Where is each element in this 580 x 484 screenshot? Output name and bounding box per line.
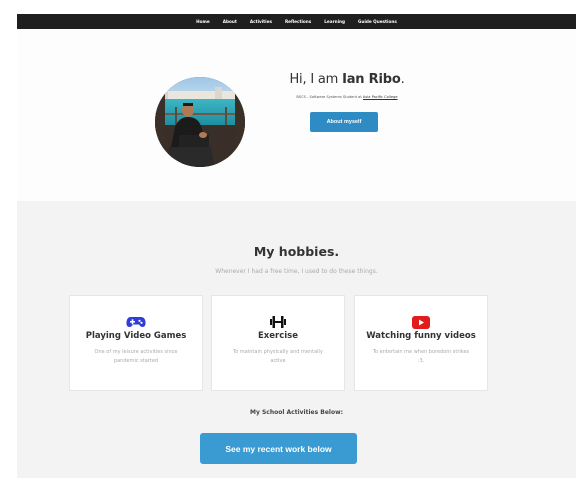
hobby-description: One of my leisure activities since pande… <box>94 349 178 364</box>
hero-punctuation: . <box>400 72 405 87</box>
browser-frame: Home About Activities Reflections Learni… <box>0 0 580 484</box>
profile-photo-illustration <box>155 77 245 167</box>
nav-home[interactable]: Home <box>196 19 210 24</box>
hero-text: Hi, I am Ian Ribo. BSCS - Software Syste… <box>282 72 412 99</box>
profile-photo <box>155 77 245 167</box>
hobby-title: Watching funny videos <box>366 331 476 341</box>
hobby-card-funny-videos: Watching funny videos To entertain me wh… <box>354 295 488 391</box>
nav-reflections[interactable]: Reflections <box>285 19 311 24</box>
greeting: Hi, I am <box>289 72 343 87</box>
hero-section: Hi, I am Ian Ribo. BSCS - Software Syste… <box>17 29 576 201</box>
hobby-card-video-games: Playing Video Games One of my leisure ac… <box>69 295 203 391</box>
hobby-title: Exercise <box>257 331 299 341</box>
about-myself-button[interactable]: About myself <box>310 112 378 132</box>
school-activities-label: My School Activities Below: <box>249 409 344 416</box>
nav-about[interactable]: About <box>223 19 237 24</box>
hobby-description: To entertain me when boredom strikes :3. <box>372 349 470 364</box>
nav-guide-questions[interactable]: Guide Questions <box>358 19 397 24</box>
hobby-description: To maintain physically and mentally acti… <box>233 349 323 364</box>
hobbies-section: My hobbies. Whenever I had a free time, … <box>17 201 576 478</box>
top-navbar: Home About Activities Reflections Learni… <box>17 14 576 29</box>
nav-learning[interactable]: Learning <box>324 19 345 24</box>
dumbbell-icon <box>212 315 344 329</box>
hero-subtitle: BSCS - Software Systems Student at Asia … <box>282 95 412 99</box>
hero-heading: Hi, I am Ian Ribo. <box>282 72 412 87</box>
hobbies-title: My hobbies. <box>253 244 340 259</box>
hobbies-subtitle: Whenever I had a free time, I used to do… <box>215 268 378 275</box>
school-link[interactable]: Asia Pacific College <box>363 95 398 99</box>
hero-subtitle-text: BSCS - Software Systems Student at <box>296 95 363 99</box>
nav-activities[interactable]: Activities <box>250 19 272 24</box>
hobby-title: Playing Video Games <box>85 331 187 341</box>
youtube-icon <box>355 315 487 329</box>
gamepad-icon <box>70 315 202 329</box>
see-recent-work-button[interactable]: See my recent work below <box>200 433 357 464</box>
hero-name: Ian Ribo <box>342 72 401 87</box>
page: Home About Activities Reflections Learni… <box>17 14 576 478</box>
hobby-card-exercise: Exercise To maintain physically and ment… <box>211 295 345 391</box>
